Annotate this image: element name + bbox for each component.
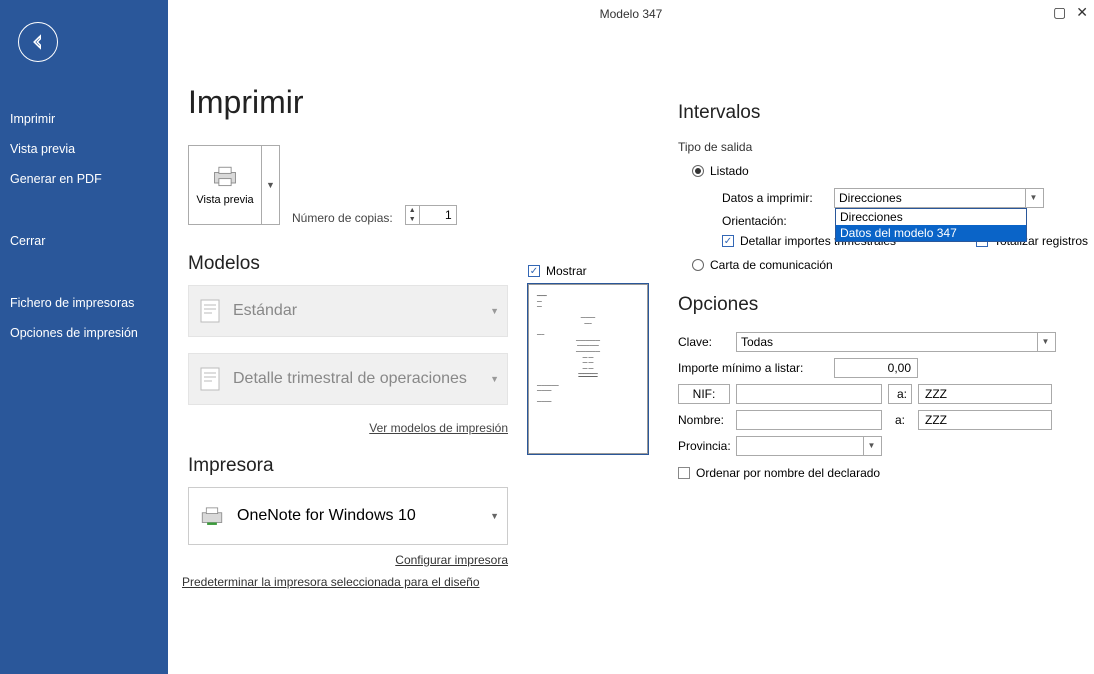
nif-button[interactable]: NIF: (678, 384, 730, 404)
provincia-label: Provincia: (678, 439, 730, 453)
datos-imprimir-value: Direcciones (839, 191, 902, 205)
printer-icon (199, 505, 225, 527)
vista-previa-button[interactable]: Vista previa ▼ (188, 145, 280, 225)
model-estandar-label: Estándar (233, 302, 297, 320)
provincia-select[interactable]: ▼ (736, 436, 882, 456)
maximize-icon[interactable]: ▢ (1053, 4, 1066, 21)
detallar-checkbox[interactable]: ✓ (722, 235, 734, 247)
importe-label: Importe mínimo a listar: (678, 361, 828, 375)
configurar-impresora-link[interactable]: Configurar impresora (188, 553, 508, 567)
listado-radio[interactable] (692, 165, 704, 177)
importe-input[interactable] (834, 358, 918, 378)
a-button[interactable]: a: (888, 384, 912, 404)
nif-to-input[interactable] (918, 384, 1052, 404)
chevron-down-icon: ▼ (490, 374, 499, 384)
clave-select[interactable]: Todas ▼ (736, 332, 1056, 352)
chevron-down-icon: ▼ (490, 511, 499, 521)
ver-modelos-link[interactable]: Ver modelos de impresión (188, 421, 508, 435)
sidebar-item-cerrar[interactable]: Cerrar (0, 226, 168, 256)
document-icon (199, 298, 223, 324)
dropdown-option-direcciones[interactable]: Direcciones (836, 209, 1026, 225)
arrow-left-icon (29, 33, 47, 51)
sidebar-item-vista-previa[interactable]: Vista previa (0, 134, 168, 164)
copies-input[interactable] (420, 206, 456, 224)
document-icon (199, 366, 223, 392)
nombre-from-input[interactable] (736, 410, 882, 430)
chevron-down-icon: ▼ (863, 437, 879, 455)
sidebar: Imprimir Vista previa Generar en PDF Cer… (0, 0, 168, 674)
a-label: a: (888, 413, 912, 427)
page-preview: ━━━━ ━━━━ ━━━━━━ ━━━ ━━━ ━━━━━━━━━━ ━━━━… (528, 284, 648, 454)
page-title: Imprimir (188, 84, 508, 121)
copies-spinner[interactable]: ▲ ▼ (405, 205, 457, 225)
carta-label: Carta de comunicación (710, 258, 833, 272)
tipo-salida-label: Tipo de salida (678, 140, 1088, 154)
model-detalle[interactable]: Detalle trimestral de operaciones ▼ (188, 353, 508, 405)
model-estandar[interactable]: Estándar ▼ (188, 285, 508, 337)
model-detalle-label: Detalle trimestral de operaciones (233, 370, 467, 388)
intervalos-heading: Intervalos (678, 102, 1088, 124)
sidebar-item-imprimir[interactable]: Imprimir (0, 104, 168, 134)
ordenar-checkbox[interactable]: ✓ (678, 467, 690, 479)
listado-label: Listado (710, 164, 749, 178)
vista-previa-dropdown[interactable]: ▼ (261, 146, 279, 224)
window-title: Modelo 347 (600, 7, 663, 21)
predeterminar-impresora-link[interactable]: Predeterminar la impresora seleccionada … (182, 575, 508, 589)
vista-previa-label: Vista previa (196, 194, 253, 206)
sidebar-item-opciones-impresion[interactable]: Opciones de impresión (0, 318, 168, 348)
close-icon[interactable]: ✕ (1076, 4, 1088, 21)
clave-value: Todas (741, 335, 773, 349)
sidebar-item-fichero-impresoras[interactable]: Fichero de impresoras (0, 288, 168, 318)
copies-up[interactable]: ▲ (406, 206, 419, 215)
datos-imprimir-dropdown: Direcciones Datos del modelo 347 (835, 208, 1027, 242)
datos-imprimir-label: Datos a imprimir: (722, 191, 826, 205)
printer-select[interactable]: OneNote for Windows 10 ▼ (188, 487, 508, 545)
back-button[interactable] (18, 22, 58, 62)
dropdown-option-datos-modelo[interactable]: Datos del modelo 347 (836, 225, 1026, 241)
nif-from-input[interactable] (736, 384, 882, 404)
mostrar-label: Mostrar (546, 264, 587, 278)
mostrar-checkbox[interactable]: ✓ (528, 265, 540, 277)
chevron-down-icon: ▼ (490, 306, 499, 316)
impresora-heading: Impresora (188, 455, 508, 477)
clave-label: Clave: (678, 335, 730, 349)
chevron-down-icon: ▼ (1025, 189, 1041, 207)
opciones-heading: Opciones (678, 294, 1088, 316)
nombre-label: Nombre: (678, 413, 730, 427)
ordenar-label: Ordenar por nombre del declarado (696, 466, 880, 480)
datos-imprimir-select[interactable]: Direcciones ▼ Direcciones Datos del mode… (834, 188, 1044, 208)
modelos-heading: Modelos (188, 253, 508, 275)
carta-radio[interactable] (692, 259, 704, 271)
copies-down[interactable]: ▼ (406, 215, 419, 224)
sidebar-item-generar-pdf[interactable]: Generar en PDF (0, 164, 168, 194)
orientacion-label: Orientación: (722, 214, 826, 228)
printer-icon (211, 164, 239, 188)
chevron-down-icon: ▼ (1037, 333, 1053, 351)
copies-label: Número de copias: (292, 211, 393, 225)
nombre-to-input[interactable] (918, 410, 1052, 430)
printer-selected-label: OneNote for Windows 10 (237, 507, 416, 525)
